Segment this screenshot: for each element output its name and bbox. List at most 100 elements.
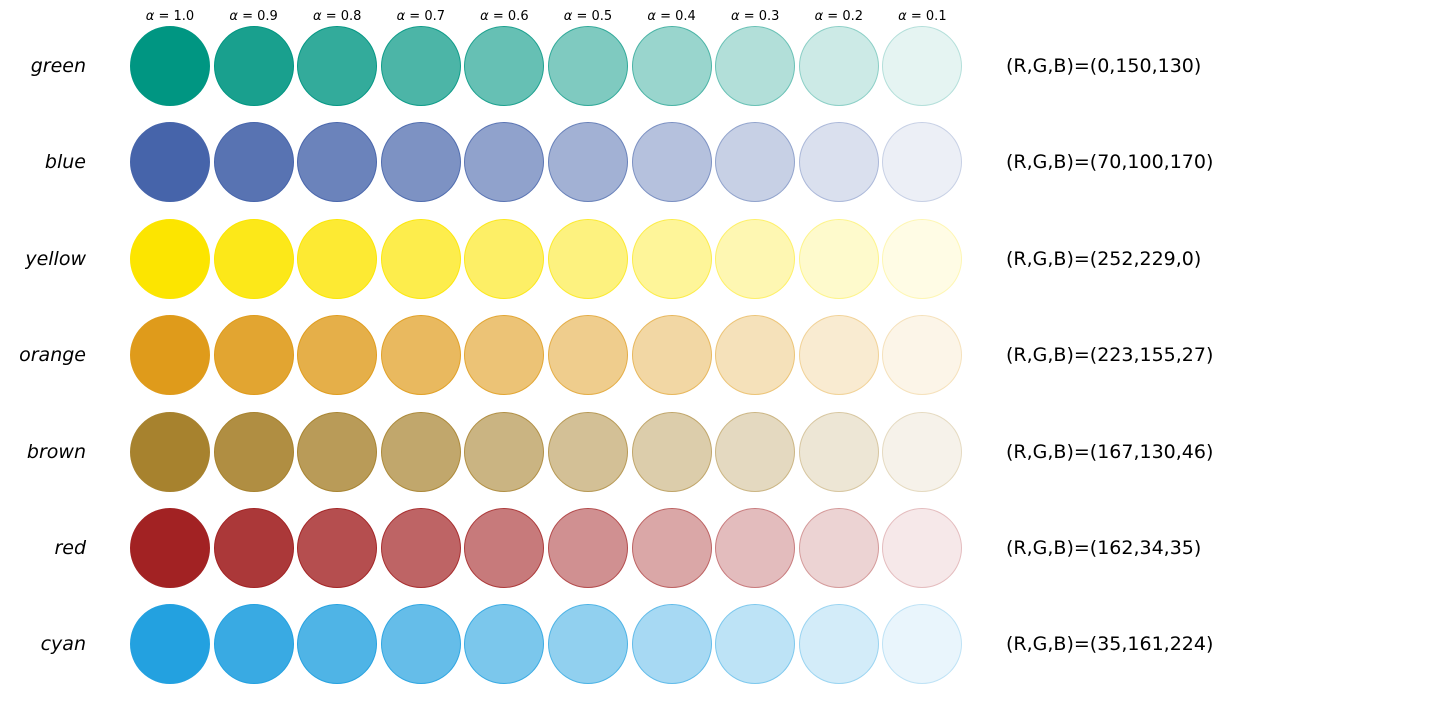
alpha-symbol: α <box>730 9 740 24</box>
color-swatch <box>882 315 963 396</box>
color-swatch <box>464 315 545 396</box>
color-swatch <box>297 26 378 106</box>
color-name-label: orange <box>19 344 86 367</box>
rgb-value-label: (R,G,B)=(167,130,46) <box>1006 440 1214 463</box>
color-name-label: cyan <box>40 633 86 656</box>
color-swatch <box>715 122 796 203</box>
color-swatch <box>213 315 294 396</box>
color-swatch <box>548 26 628 106</box>
alpha-value: = 0.4 <box>660 9 696 24</box>
color-swatch <box>715 508 796 588</box>
color-swatch <box>130 122 210 203</box>
color-swatch <box>380 604 461 685</box>
color-swatch <box>380 26 461 106</box>
color-swatch <box>882 218 963 299</box>
alpha-header-label: α = 0.9 <box>214 9 294 24</box>
color-swatch <box>380 508 461 588</box>
color-swatch <box>464 411 545 492</box>
color-swatch <box>548 315 628 396</box>
alpha-header-label: α = 0.4 <box>632 9 712 24</box>
color-swatch <box>464 604 545 685</box>
alpha-value: = 0.2 <box>827 9 863 24</box>
color-swatch <box>882 604 963 685</box>
color-swatch <box>548 508 628 588</box>
alpha-value: = 0.8 <box>325 9 362 24</box>
color-swatch <box>297 508 378 588</box>
color-swatch <box>631 218 712 299</box>
rgb-value-label: (R,G,B)=(252,229,0) <box>1006 247 1202 270</box>
rgb-value-label: (R,G,B)=(35,161,224) <box>1006 633 1214 656</box>
color-swatch <box>548 218 628 299</box>
color-swatch <box>882 122 963 203</box>
alpha-symbol: α <box>898 9 907 24</box>
color-swatch <box>464 218 545 299</box>
color-swatch <box>798 604 879 685</box>
color-swatch <box>297 218 378 299</box>
alpha-value: = 0.9 <box>242 9 278 24</box>
color-swatch <box>130 604 210 685</box>
color-swatch <box>798 315 879 396</box>
color-swatch <box>297 604 378 685</box>
color-swatch <box>548 411 628 492</box>
alpha-header-label: α = 0.5 <box>548 9 628 24</box>
color-swatch <box>213 26 294 106</box>
color-swatch <box>715 218 796 299</box>
color-swatch <box>297 122 378 203</box>
color-swatch <box>715 411 796 492</box>
color-swatch <box>631 122 712 203</box>
alpha-header-label: α = 1.0 <box>130 9 210 24</box>
color-swatch <box>631 315 712 396</box>
alpha-symbol: α <box>145 9 155 24</box>
color-swatch <box>882 508 963 588</box>
alpha-header-label: α = 0.2 <box>799 9 879 24</box>
color-swatch <box>798 411 879 492</box>
color-name-label: blue <box>44 151 86 174</box>
rgb-value-label: (R,G,B)=(0,150,130) <box>1006 55 1202 77</box>
color-swatch <box>380 218 461 299</box>
alpha-symbol: α <box>396 9 406 24</box>
color-name-label: green <box>30 55 86 77</box>
color-swatch <box>464 508 545 588</box>
color-swatch <box>130 411 210 492</box>
color-swatch <box>715 26 796 106</box>
color-swatch <box>798 218 879 299</box>
alpha-symbol: α <box>563 9 573 24</box>
alpha-value: = 0.3 <box>743 9 780 24</box>
color-swatch <box>464 122 545 203</box>
color-swatch <box>715 604 796 685</box>
color-swatch <box>882 26 963 106</box>
color-swatch <box>548 122 628 203</box>
alpha-symbol: α <box>229 9 238 24</box>
alpha-symbol: α <box>647 9 656 24</box>
color-swatch <box>798 508 879 588</box>
color-swatch <box>631 604 712 685</box>
alpha-value: = 0.5 <box>576 9 613 24</box>
alpha-header-label: α = 0.8 <box>297 9 377 24</box>
alpha-symbol: α <box>312 9 322 24</box>
alpha-header-label: α = 0.6 <box>464 9 544 24</box>
color-name-label: brown <box>26 440 86 463</box>
color-swatch <box>380 122 461 203</box>
color-swatch <box>882 411 963 492</box>
color-swatch <box>130 508 210 588</box>
alpha-value: = 1.0 <box>158 9 195 24</box>
color-swatch <box>380 315 461 396</box>
rgb-value-label: (R,G,B)=(162,34,35) <box>1006 537 1202 559</box>
color-alpha-grid: α = 1.0 α = 0.9 α = 0.8 α = 0.7 α = 0.6 α = 0… <box>0 0 1440 720</box>
alpha-header-label: α = 0.7 <box>381 9 461 24</box>
color-swatch <box>548 604 628 685</box>
color-swatch <box>798 26 879 106</box>
color-swatch <box>213 508 294 588</box>
color-swatch <box>380 411 461 492</box>
alpha-value: = 0.6 <box>492 9 529 24</box>
color-swatch <box>631 26 712 106</box>
rgb-value-label: (R,G,B)=(70,100,170) <box>1006 151 1214 174</box>
color-swatch <box>631 508 712 588</box>
color-swatch <box>130 315 210 396</box>
color-name-label: red <box>54 537 86 559</box>
color-swatch <box>297 315 378 396</box>
alpha-value: = 0.1 <box>910 9 947 24</box>
color-name-label: yellow <box>25 247 86 270</box>
color-swatch <box>715 315 796 396</box>
alpha-header-label: α = 0.3 <box>715 9 795 24</box>
